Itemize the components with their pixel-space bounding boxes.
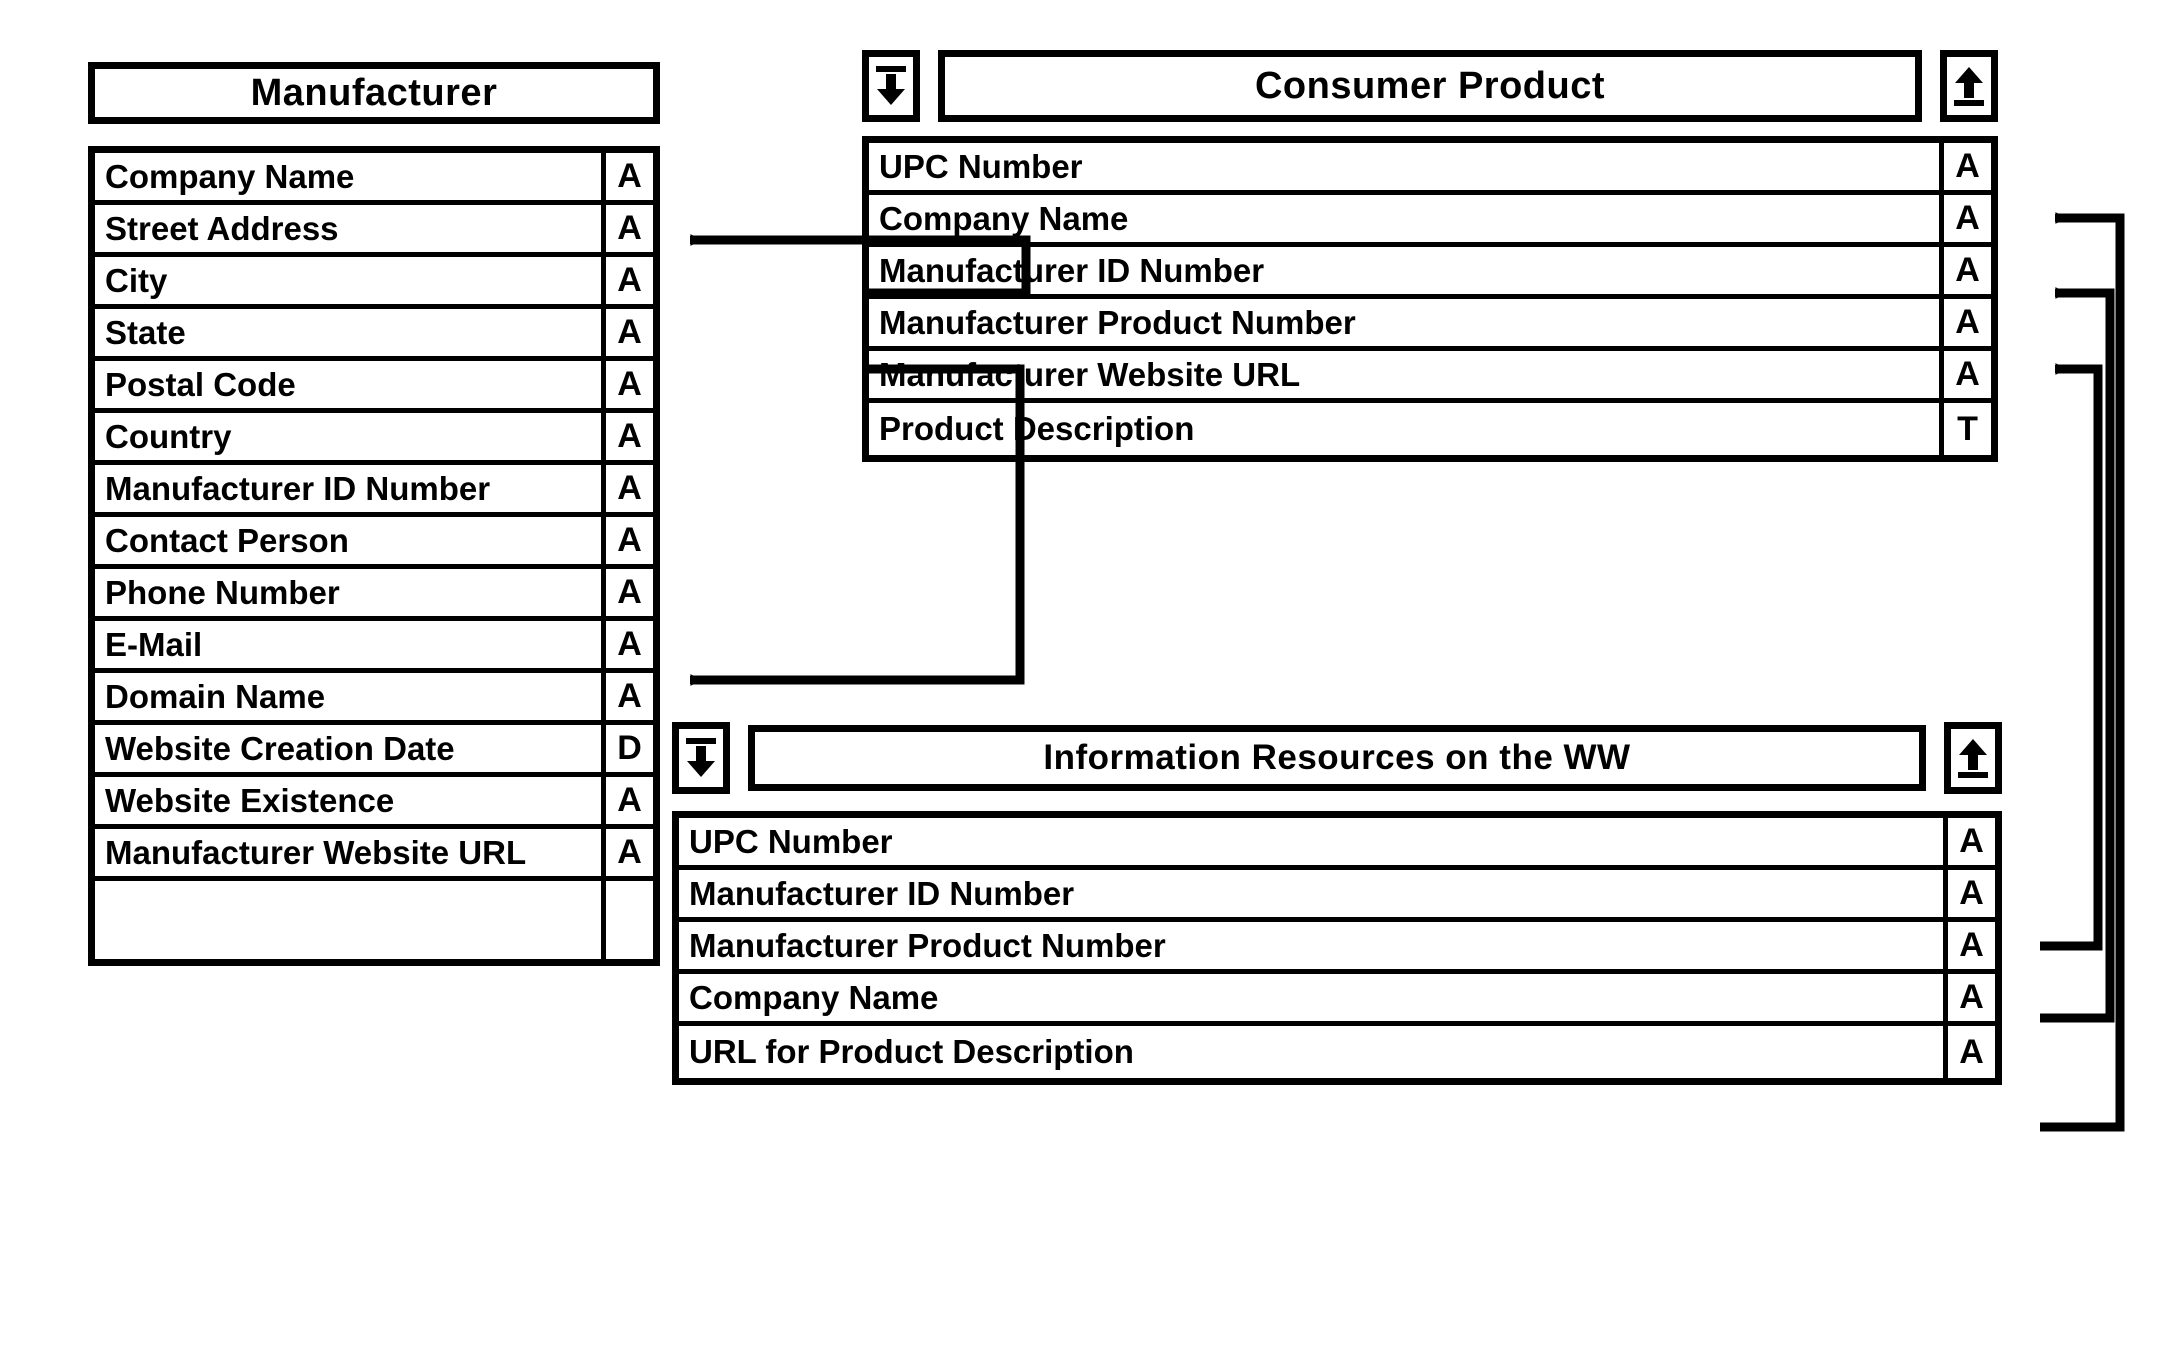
attribute-type: A xyxy=(601,777,653,824)
attribute-row[interactable]: Contact Person A xyxy=(95,517,653,569)
attribute-type: A xyxy=(601,205,653,252)
attribute-type: A xyxy=(1939,143,1991,190)
attribute-type: A xyxy=(1943,1026,1995,1078)
arrow-down-icon[interactable] xyxy=(862,50,920,122)
diagram-canvas: Manufacturer Company Name A Street Addre… xyxy=(0,0,2181,1357)
attribute-name: Manufacturer Product Number xyxy=(689,926,1166,964)
attribute-type: A xyxy=(1943,870,1995,917)
attribute-type: A xyxy=(1939,195,1991,242)
attribute-type: A xyxy=(601,621,653,668)
attribute-row[interactable]: Manufacturer Product Number A xyxy=(869,299,1991,351)
attribute-type: A xyxy=(1939,351,1991,398)
entity-title-bar: Information Resources on the WW xyxy=(672,722,2002,794)
attribute-row[interactable]: Company Name A xyxy=(679,974,1995,1026)
attribute-name: Manufacturer ID Number xyxy=(879,251,1265,289)
attribute-row[interactable]: City A xyxy=(95,257,653,309)
attribute-row[interactable]: Website Existence A xyxy=(95,777,653,829)
attribute-row[interactable]: Manufacturer ID Number A xyxy=(95,465,653,517)
entity-title-manufacturer: Manufacturer xyxy=(88,62,660,124)
entity-consumer-product[interactable]: Consumer Product UPC Number A Company Na… xyxy=(862,50,1998,462)
attribute-type: D xyxy=(601,725,653,772)
attribute-table-information-resources: UPC Number A Manufacturer ID Number A Ma… xyxy=(672,811,2002,1085)
attribute-row[interactable]: State A xyxy=(95,309,653,361)
attribute-type: A xyxy=(1939,299,1991,346)
attribute-name: Manufacturer Website URL xyxy=(105,833,527,871)
attribute-name: Company Name xyxy=(879,199,1129,237)
attribute-row[interactable]: UPC Number A xyxy=(679,818,1995,870)
attribute-row[interactable]: Company Name A xyxy=(869,195,1991,247)
attribute-name: Manufacturer ID Number xyxy=(689,874,1075,912)
attribute-name: Country xyxy=(105,417,232,455)
attribute-type: A xyxy=(601,153,653,200)
attribute-name: City xyxy=(105,261,168,299)
attribute-type: A xyxy=(601,361,653,408)
attribute-type: A xyxy=(1943,818,1995,865)
attribute-type: A xyxy=(601,309,653,356)
attribute-type: A xyxy=(1939,247,1991,294)
attribute-name: Manufacturer Product Number xyxy=(879,303,1356,341)
entity-information-resources[interactable]: Information Resources on the WW UPC Numb… xyxy=(672,722,2002,1085)
entity-title-consumer-product: Consumer Product xyxy=(938,50,1922,122)
attribute-row[interactable]: Manufacturer Website URL A xyxy=(95,829,653,881)
attribute-name: Website Creation Date xyxy=(105,729,455,767)
attribute-name: Company Name xyxy=(689,978,939,1016)
attribute-row[interactable]: Street Address A xyxy=(95,205,653,257)
entity-manufacturer[interactable]: Manufacturer Company Name A Street Addre… xyxy=(88,62,660,966)
attribute-type: A xyxy=(601,569,653,616)
attribute-row[interactable]: Phone Number A xyxy=(95,569,653,621)
attribute-row[interactable]: Domain Name A xyxy=(95,673,653,725)
attribute-name xyxy=(95,881,601,959)
arrow-up-icon[interactable] xyxy=(1940,50,1998,122)
attribute-row[interactable]: Manufacturer Website URL A xyxy=(869,351,1991,403)
attribute-row-empty[interactable] xyxy=(95,881,653,959)
attribute-type: A xyxy=(1943,922,1995,969)
attribute-row[interactable]: Manufacturer ID Number A xyxy=(679,870,1995,922)
attribute-name: Website Existence xyxy=(105,781,395,819)
attribute-row[interactable]: Country A xyxy=(95,413,653,465)
attribute-type: A xyxy=(1943,974,1995,1021)
attribute-type: A xyxy=(601,517,653,564)
attribute-row[interactable]: Website Creation Date D xyxy=(95,725,653,777)
attribute-type xyxy=(601,881,653,959)
attribute-table-manufacturer: Company Name A Street Address A City A S… xyxy=(88,146,660,966)
attribute-name: Domain Name xyxy=(105,677,326,715)
attribute-type: T xyxy=(1939,403,1991,455)
attribute-name: Phone Number xyxy=(105,573,340,611)
relationship-bus-company-name xyxy=(2040,287,2115,1023)
attribute-row[interactable]: UPC Number A xyxy=(869,143,1991,195)
attribute-row[interactable]: Postal Code A xyxy=(95,361,653,413)
relationship-bus-upc xyxy=(2040,212,2125,1132)
attribute-name: Street Address xyxy=(105,209,339,247)
entity-title-bar: Consumer Product xyxy=(862,50,1998,122)
attribute-name: URL for Product Description xyxy=(689,1033,1134,1070)
attribute-row[interactable]: URL for Product Description A xyxy=(679,1026,1995,1078)
attribute-type: A xyxy=(601,465,653,512)
attribute-name: Postal Code xyxy=(105,365,296,403)
attribute-row[interactable]: Product Description T xyxy=(869,403,1991,455)
attribute-row[interactable]: E-Mail A xyxy=(95,621,653,673)
relationship-bus-manufacturer-id xyxy=(2040,363,2103,951)
attribute-type: A xyxy=(601,673,653,720)
entity-title-bar: Manufacturer xyxy=(88,62,660,124)
attribute-name: Product Description xyxy=(879,410,1195,447)
arrow-up-icon[interactable] xyxy=(1944,722,2002,794)
attribute-name: UPC Number xyxy=(879,147,1083,185)
attribute-row[interactable]: Company Name A xyxy=(95,153,653,205)
entity-title-information-resources: Information Resources on the WW xyxy=(748,725,1926,791)
attribute-type: A xyxy=(601,413,653,460)
attribute-table-consumer-product: UPC Number A Company Name A Manufacturer… xyxy=(862,136,1998,462)
attribute-type: A xyxy=(601,257,653,304)
arrow-down-icon[interactable] xyxy=(672,722,730,794)
attribute-name: Company Name xyxy=(105,157,355,195)
attribute-name: State xyxy=(105,313,186,351)
attribute-row[interactable]: Manufacturer ID Number A xyxy=(869,247,1991,299)
attribute-name: Contact Person xyxy=(105,521,349,559)
attribute-name: Manufacturer ID Number xyxy=(105,469,491,507)
attribute-name: Manufacturer Website URL xyxy=(879,355,1301,393)
attribute-type: A xyxy=(601,829,653,876)
attribute-row[interactable]: Manufacturer Product Number A xyxy=(679,922,1995,974)
attribute-name: UPC Number xyxy=(689,822,893,860)
attribute-name: E-Mail xyxy=(105,625,203,663)
